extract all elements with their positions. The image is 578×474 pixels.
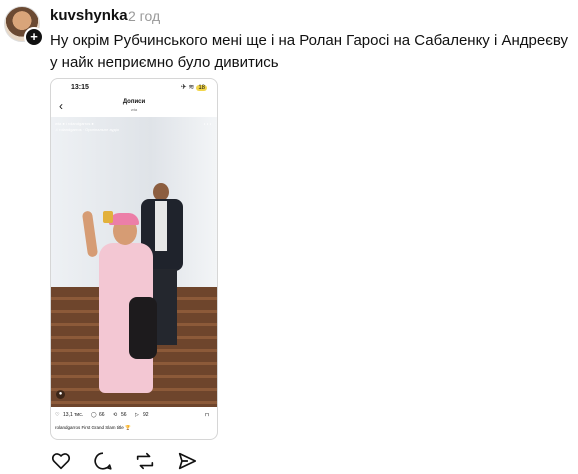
username[interactable]: kuvshynka xyxy=(50,7,128,24)
comment-icon[interactable] xyxy=(92,450,114,472)
send-icon[interactable] xyxy=(176,450,198,472)
screenshot-likes: 13,1 тис. xyxy=(63,412,84,418)
repost-icon[interactable] xyxy=(134,450,156,472)
screenshot-send-icon: ▷ xyxy=(135,412,139,418)
follow-plus-icon[interactable]: + xyxy=(24,27,44,47)
battery-icon: 18 xyxy=(196,85,207,91)
video-header: wta ● і rolandgarros ● ♫ rolandgarros · … xyxy=(55,121,119,133)
phone-status-bar: 13:15 ✈ ≋ 18 xyxy=(51,79,217,95)
timestamp: 2 год xyxy=(128,8,161,24)
embedded-screenshot[interactable]: 13:15 ✈ ≋ 18 ‹ Допиcи wta wta ● і roland… xyxy=(50,78,218,440)
screenshot-repost-icon: ⟲ xyxy=(113,412,118,418)
screenshot-actions: ♡ 13,1 тис. ◯ 66 ⟲ 56 ▷ 92 ⊓ xyxy=(55,412,213,422)
screenshot-comment-icon: ◯ xyxy=(91,412,97,418)
status-icons: ✈ ≋ 18 xyxy=(180,84,207,91)
video-player xyxy=(81,210,159,405)
screenshot-shares: 92 xyxy=(143,412,149,418)
screenshot-reposts: 56 xyxy=(121,412,127,418)
user-icon: ● xyxy=(56,390,65,399)
status-time: 13:15 xyxy=(71,84,89,91)
screenshot-bookmark-icon: ⊓ xyxy=(205,412,209,418)
screenshot-nav-subtitle: wta xyxy=(130,107,138,112)
screenshot-comments: 66 xyxy=(99,412,105,418)
video-header-line2: ♫ rolandgarros · Оригінальне аудіо xyxy=(55,127,119,132)
post-text: Ну окрім Рубчинського мені ще і на Ролан… xyxy=(50,32,568,71)
screenshot-nav-title: Допиcи xyxy=(122,99,146,105)
trophy-icon xyxy=(103,211,113,223)
more-icon: ⋯ xyxy=(203,119,212,129)
screenshot-heart-icon: ♡ xyxy=(55,412,60,418)
heart-icon[interactable] xyxy=(50,450,72,472)
screenshot-caption: rolandgarros First Grand Slam title 🏆 xyxy=(55,425,131,430)
video-frame: wta ● і rolandgarros ● ♫ rolandgarros · … xyxy=(51,117,217,407)
